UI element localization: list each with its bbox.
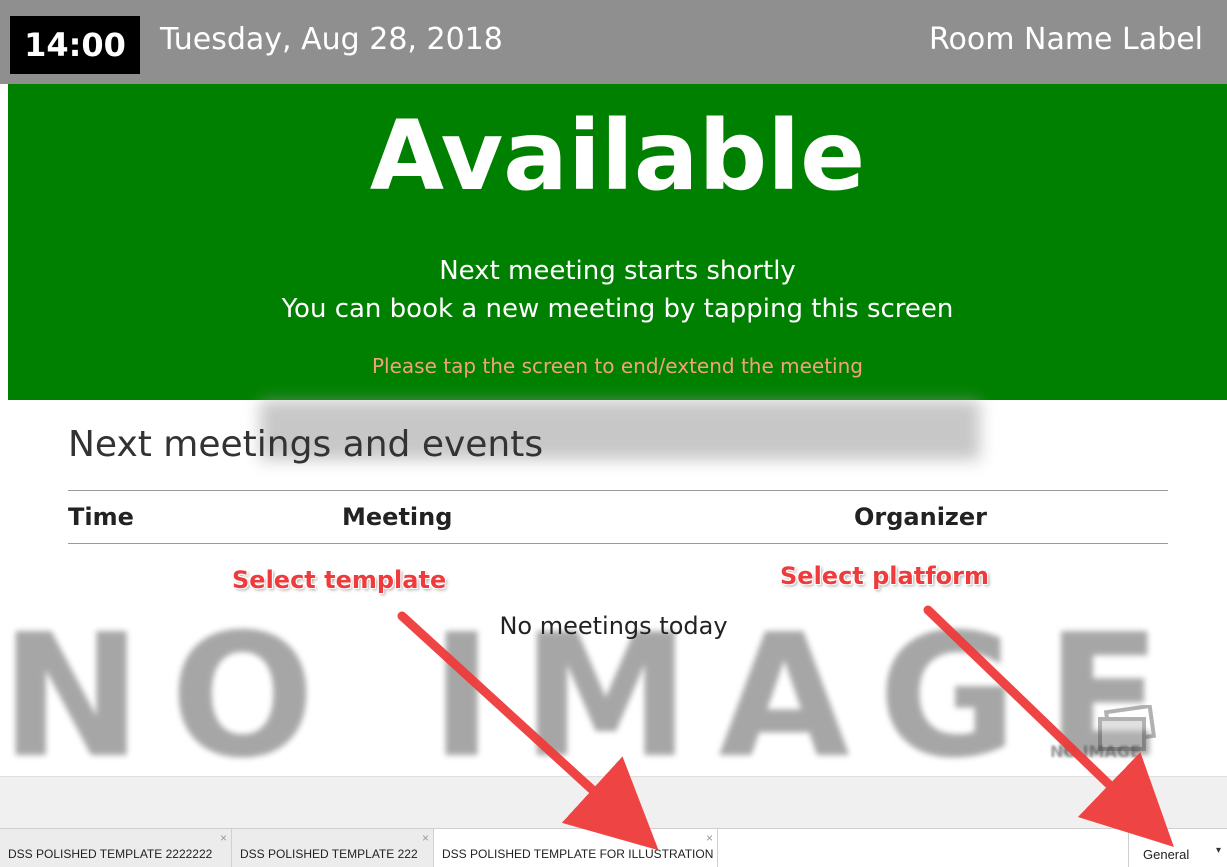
template-tab-label: DSS POLISHED TEMPLATE 2222222: [8, 847, 213, 861]
availability-status: Available: [369, 100, 866, 212]
template-tab[interactable]: DSS POLISHED TEMPLATE 222 ×: [232, 829, 434, 867]
no-image-small-label: NO IMAGE: [1050, 742, 1141, 761]
template-tab[interactable]: DSS POLISHED TEMPLATE 2222222 ×: [0, 829, 232, 867]
template-tab-label: DSS POLISHED TEMPLATE 222: [240, 847, 418, 861]
close-icon[interactable]: ×: [706, 831, 713, 845]
chevron-down-icon: ▾: [1215, 845, 1221, 856]
annotation-select-template: Select template: [232, 566, 447, 594]
tap-hint: Please tap the screen to end/extend the …: [372, 354, 863, 378]
close-icon[interactable]: ×: [220, 831, 227, 845]
annotation-select-platform: Select platform: [780, 562, 989, 590]
events-heading: Next meetings and events: [68, 424, 544, 465]
column-organizer: Organizer: [854, 503, 988, 531]
no-image-watermark: NO IMAGE: [0, 620, 1190, 775]
events-table: Time Meeting Organizer: [68, 490, 1168, 544]
platform-select-value: General: [1143, 847, 1190, 862]
tab-bar-empty-area: [718, 829, 1128, 867]
close-icon[interactable]: ×: [422, 831, 429, 845]
platform-select[interactable]: General ▾: [1128, 829, 1227, 867]
room-name-label: Room Name Label: [929, 22, 1203, 57]
clock: 14:00: [10, 16, 140, 74]
template-tab-bar: DSS POLISHED TEMPLATE 2222222 × DSS POLI…: [0, 828, 1227, 867]
template-tab-label: DSS POLISHED TEMPLATE FOR ILLUSTRATION: [442, 847, 714, 861]
events-table-header: Time Meeting Organizer: [68, 490, 1168, 544]
next-meeting-message: Next meeting starts shortly: [439, 256, 796, 286]
footer-strip: [0, 776, 1227, 829]
date-label: Tuesday, Aug 28, 2018: [160, 22, 503, 57]
book-meeting-message: You can book a new meeting by tapping th…: [281, 294, 954, 324]
column-time: Time: [68, 503, 134, 531]
header-bar: 14:00 Tuesday, Aug 28, 2018 Room Name La…: [0, 0, 1227, 84]
availability-panel[interactable]: Available Next meeting starts shortly Yo…: [8, 84, 1227, 400]
no-meetings-message: No meetings today: [499, 612, 728, 640]
column-meeting: Meeting: [342, 503, 453, 531]
template-tab-active[interactable]: DSS POLISHED TEMPLATE FOR ILLUSTRATION ×: [434, 829, 718, 867]
